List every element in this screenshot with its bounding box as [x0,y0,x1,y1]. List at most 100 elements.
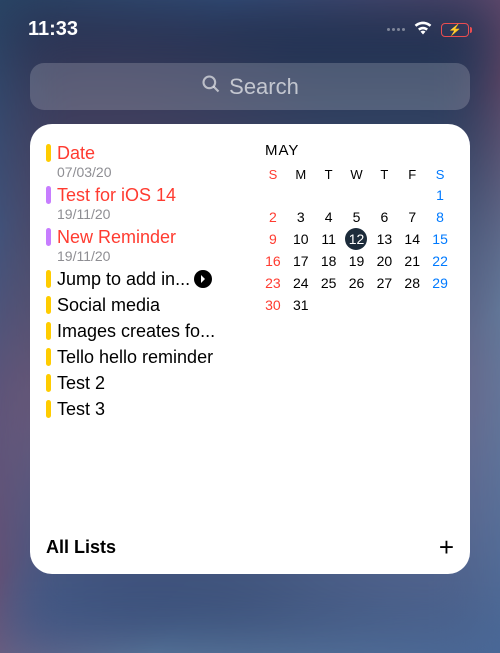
calendar-day[interactable]: 9 [259,228,287,250]
calendar-day[interactable]: 5 [343,206,371,228]
calendar-day[interactable]: 8 [426,206,454,228]
battery-icon: ⚡ [441,23,472,37]
reminder-title: Date [57,142,95,164]
calendar-day[interactable]: 1 [426,184,454,206]
reminder-title: Test 2 [57,372,105,394]
reminder-color-pill [46,322,51,340]
calendar-day[interactable]: 16 [259,250,287,272]
reminder-item[interactable]: Test 2 [46,372,245,394]
reminder-date: 19/11/20 [57,248,245,264]
calendar-day [259,184,287,206]
search-placeholder: Search [229,74,299,100]
calendar-day[interactable]: 2 [259,206,287,228]
calendar-day[interactable]: 17 [287,250,315,272]
reminder-text: Tello hello reminder [57,346,245,368]
reminder-date: 07/03/20 [57,164,245,180]
calendar-day [343,294,371,316]
calendar-day [370,184,398,206]
calendar-grid: SMTWTFS123456789101112131415161718192021… [259,165,454,316]
calendar-header: S [259,165,287,184]
calendar-month: MAY [259,142,454,159]
calendar-day[interactable]: 26 [343,272,371,294]
calendar-day[interactable]: 3 [287,206,315,228]
reminder-item[interactable]: Test 3 [46,398,245,420]
reminder-color-pill [46,270,51,288]
signal-dots-icon [387,28,405,31]
calendar-day [343,184,371,206]
search-icon [201,74,221,99]
calendar-header: W [343,165,371,184]
widget-card: Date07/03/20Test for iOS 1419/11/20New R… [30,124,470,574]
calendar-day[interactable]: 7 [398,206,426,228]
reminder-text: Date07/03/20 [57,142,245,180]
reminder-title: Social media [57,294,160,316]
calendar-day[interactable]: 22 [426,250,454,272]
calendar-header: S [426,165,454,184]
reminder-text: New Reminder19/11/20 [57,226,245,264]
reminder-item[interactable]: Date07/03/20 [46,142,245,180]
calendar-header: T [370,165,398,184]
calendar-day[interactable]: 15 [426,228,454,250]
reminder-title: Test 3 [57,398,105,420]
calendar-day[interactable]: 31 [287,294,315,316]
reminder-item[interactable]: New Reminder19/11/20 [46,226,245,264]
status-bar: 11:33 ⚡ [0,0,500,51]
reminder-title: Jump to add in... [57,268,190,290]
reminder-color-pill [46,374,51,392]
calendar-day[interactable]: 18 [315,250,343,272]
calendar-day[interactable]: 25 [315,272,343,294]
reminder-item[interactable]: Test for iOS 1419/11/20 [46,184,245,222]
reminder-title: New Reminder [57,226,176,248]
chevron-right-icon[interactable] [194,270,212,288]
add-button[interactable]: + [439,534,454,560]
calendar-day[interactable]: 12 [343,228,371,250]
calendar-day[interactable]: 11 [315,228,343,250]
status-time: 11:33 [28,18,78,41]
calendar-day[interactable]: 6 [370,206,398,228]
calendar-day [398,294,426,316]
reminder-item[interactable]: Jump to add in... [46,268,245,290]
wifi-icon [413,19,433,40]
reminder-text: Jump to add in... [57,268,245,290]
calendar-day [398,184,426,206]
calendar-widget: MAY SMTWTFS12345678910111213141516171819… [259,142,454,524]
reminder-item[interactable]: Images creates fo... [46,320,245,342]
calendar-header: T [315,165,343,184]
calendar-day[interactable]: 24 [287,272,315,294]
calendar-day[interactable]: 14 [398,228,426,250]
reminder-text: Images creates fo... [57,320,245,342]
reminder-date: 19/11/20 [57,206,245,222]
calendar-header: M [287,165,315,184]
calendar-day[interactable]: 13 [370,228,398,250]
calendar-day [287,184,315,206]
reminder-item[interactable]: Tello hello reminder [46,346,245,368]
calendar-header: F [398,165,426,184]
calendar-day[interactable]: 28 [398,272,426,294]
reminder-text: Test 2 [57,372,245,394]
reminder-title: Tello hello reminder [57,346,213,368]
calendar-day[interactable]: 19 [343,250,371,272]
reminder-title: Test for iOS 14 [57,184,176,206]
calendar-day[interactable]: 21 [398,250,426,272]
reminder-color-pill [46,186,51,204]
calendar-day [315,184,343,206]
calendar-day[interactable]: 23 [259,272,287,294]
calendar-day[interactable]: 10 [287,228,315,250]
reminder-color-pill [46,144,51,162]
calendar-day[interactable]: 4 [315,206,343,228]
reminder-text: Test 3 [57,398,245,420]
reminder-item[interactable]: Social media [46,294,245,316]
reminder-color-pill [46,228,51,246]
calendar-day[interactable]: 30 [259,294,287,316]
calendar-day[interactable]: 29 [426,272,454,294]
reminder-title: Images creates fo... [57,320,215,342]
reminder-color-pill [46,348,51,366]
search-bar[interactable]: Search [30,63,470,110]
reminder-text: Test for iOS 1419/11/20 [57,184,245,222]
reminder-color-pill [46,400,51,418]
reminders-list: Date07/03/20Test for iOS 1419/11/20New R… [46,142,245,524]
all-lists-button[interactable]: All Lists [46,537,116,558]
calendar-day[interactable]: 27 [370,272,398,294]
calendar-day [426,294,454,316]
calendar-day[interactable]: 20 [370,250,398,272]
